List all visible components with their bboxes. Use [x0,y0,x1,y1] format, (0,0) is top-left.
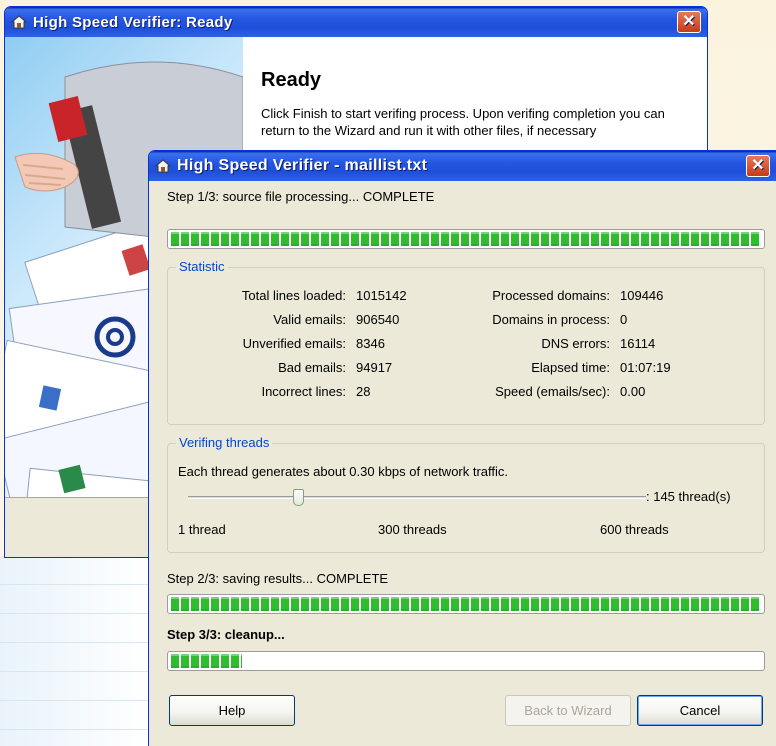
step3-progress-fill [171,654,242,668]
statistic-group: Statistic Total lines loaded: 1015142 Vali… [167,259,765,425]
threads-description: Each thread generates about 0.30 kbps of… [178,464,509,479]
threads-mid-label: 300 threads [378,522,447,537]
verifier-close-icon[interactable]: ✕ [746,155,770,177]
threads-group-title: Verifing threads [176,435,273,450]
step1-label: Step 1/3: source file processing... COMP… [167,189,435,204]
left-value: 8346 [356,336,385,351]
step1-progress-bar [167,229,765,249]
threads-slider-track[interactable] [188,496,646,499]
right-label: Processed domains: [492,288,610,303]
wizard-titlebar[interactable]: High Speed Verifier: Ready ✕ [5,7,707,37]
verifier-title: High Speed Verifier - maillist.txt [177,157,428,174]
right-value: 0 [620,312,628,327]
right-value: 01:07:19 [620,360,671,375]
app-icon [11,15,27,29]
threads-value: : 145 thread(s) [646,489,731,504]
left-value: 1015142 [356,288,407,303]
wizard-body-text: Click Finish to start verifing process. … [261,106,665,138]
wizard-heading: Ready [261,69,322,91]
threads-group: Verifing threads Each thread generates a… [167,435,765,553]
threads-max-label: 600 threads [600,522,669,537]
threads-min-label: 1 thread [178,522,226,537]
right-label: Speed (emails/sec): [495,384,610,399]
app-icon [155,159,171,173]
step3-label: Step 3/3: cleanup... [167,627,285,642]
help-button[interactable]: Help [169,695,295,726]
left-value: 94917 [356,360,393,375]
right-value: 16114 [620,336,656,351]
left-value: 28 [356,384,371,399]
back-to-wizard-button[interactable]: Back to Wizard [505,695,631,726]
right-label: Domains in process: [492,312,610,327]
wizard-title: High Speed Verifier: Ready [33,13,233,31]
left-label: Unverified emails: [242,336,346,351]
statistic-group-title: Statistic [176,259,228,274]
verifier-content: Step 1/3: source file processing... COMP… [149,181,776,746]
left-label: Bad emails: [278,360,346,375]
cancel-button[interactable]: Cancel [637,695,763,726]
left-label: Valid emails: [273,312,346,327]
step2-label: Step 2/3: saving results... COMPLETE [167,571,389,586]
background-lined-paper [0,556,150,746]
right-value: 0.00 [620,384,646,399]
right-label: Elapsed time: [531,360,610,375]
step2-progress-bar [167,594,765,614]
step1-progress-fill [171,232,761,246]
right-label: DNS errors: [541,336,610,351]
verifier-titlebar[interactable]: High Speed Verifier - maillist.txt ✕ [149,151,776,181]
verifier-window: High Speed Verifier - maillist.txt ✕ Ste… [148,150,776,746]
left-label: Incorrect lines: [261,384,346,399]
threads-slider-thumb[interactable] [293,489,305,506]
step3-progress-bar [167,651,765,671]
wizard-close-icon[interactable]: ✕ [677,11,701,33]
left-value: 906540 [356,312,400,327]
step2-progress-fill [171,597,761,611]
left-label: Total lines loaded: [241,288,346,303]
right-value: 109446 [620,288,664,303]
